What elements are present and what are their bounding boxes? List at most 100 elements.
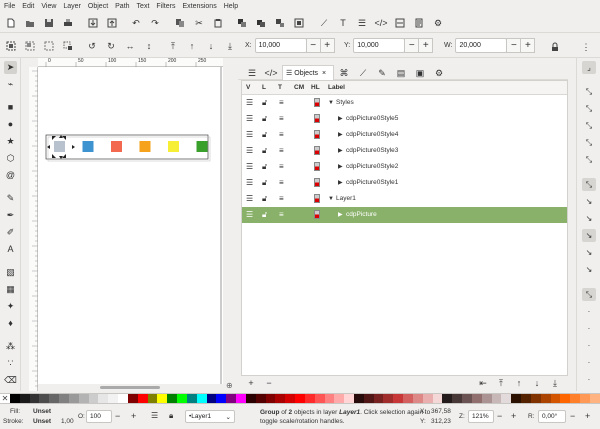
menu-path[interactable]: Path bbox=[115, 3, 129, 10]
vertical-ruler[interactable] bbox=[29, 67, 38, 391]
paste-icon[interactable] bbox=[212, 17, 224, 29]
snap-page-icon[interactable]: · bbox=[582, 356, 596, 369]
canvas-square[interactable] bbox=[139, 141, 151, 152]
header-locked[interactable]: L bbox=[262, 84, 266, 91]
palette-swatch[interactable] bbox=[491, 394, 502, 403]
w-minus-button[interactable]: − bbox=[506, 38, 522, 53]
stroke-value[interactable]: Unset bbox=[33, 418, 51, 425]
header-clipmask[interactable]: CM bbox=[294, 84, 304, 91]
lock-toggle-icon[interactable]: 🔓︎ bbox=[262, 195, 267, 203]
new-document-icon[interactable] bbox=[5, 17, 17, 29]
canvas-vscroll-area[interactable] bbox=[227, 60, 233, 384]
rotation-plus-button[interactable]: + bbox=[585, 411, 590, 421]
palette-swatch[interactable] bbox=[295, 394, 305, 403]
menu-edit[interactable]: Edit bbox=[22, 3, 34, 10]
no-paint-icon[interactable]: ✕ bbox=[0, 394, 10, 403]
toolbar-overflow-icon[interactable]: ⋮ bbox=[580, 41, 592, 53]
object-row[interactable]: ☰ 🔓︎ ≡ ▶ cdpPicture0Style3 bbox=[242, 143, 567, 159]
visibility-toggle-icon[interactable]: ☰ bbox=[246, 131, 253, 139]
close-tab-icon[interactable]: × bbox=[322, 70, 326, 77]
palette-swatch[interactable] bbox=[403, 394, 413, 403]
touch-select-icon[interactable] bbox=[62, 40, 74, 52]
flip-horizontal-icon[interactable]: ↔ bbox=[124, 40, 136, 52]
snap-bbox-center-icon[interactable]: ⤡ bbox=[582, 153, 596, 166]
w-plus-button[interactable]: + bbox=[520, 38, 536, 53]
document-properties-icon[interactable] bbox=[413, 17, 425, 29]
palette-swatch[interactable] bbox=[462, 394, 472, 403]
dropper-tool-icon[interactable]: ✦ bbox=[4, 300, 17, 313]
palette-swatch[interactable] bbox=[422, 394, 433, 403]
align-distribute-icon[interactable] bbox=[394, 17, 406, 29]
highlight-color-icon[interactable] bbox=[314, 130, 320, 139]
object-row[interactable]: ☰ 🔓︎ ≡ ▶ cdpPicture0Style1 bbox=[242, 175, 567, 191]
import-icon[interactable] bbox=[87, 17, 99, 29]
palette-swatch[interactable] bbox=[226, 394, 237, 403]
spray-tool-icon[interactable]: ∵ bbox=[4, 357, 17, 370]
swatches-tab-icon[interactable]: ✎ bbox=[376, 67, 388, 79]
palette-swatch[interactable] bbox=[177, 394, 187, 403]
palette-swatch[interactable] bbox=[196, 394, 207, 403]
zoom-input[interactable]: 121% bbox=[468, 410, 494, 423]
collapse-all-icon[interactable]: ⇤ bbox=[477, 377, 489, 389]
preferences-icon[interactable]: ⚙ bbox=[432, 17, 444, 29]
gradient-tool-icon[interactable]: ▧ bbox=[4, 266, 17, 279]
unlink-clone-icon[interactable] bbox=[274, 17, 286, 29]
visibility-toggle-icon[interactable]: ☰ bbox=[246, 179, 253, 187]
highlight-color-icon[interactable] bbox=[314, 194, 320, 203]
object-label[interactable]: Layer1 bbox=[336, 195, 356, 203]
object-row[interactable]: ☰ 🔓︎ ≡ ▶ cdpPicture bbox=[242, 207, 567, 223]
copy-icon[interactable] bbox=[174, 17, 186, 29]
export-icon[interactable] bbox=[106, 17, 118, 29]
lock-toggle-icon[interactable]: 🔓︎ bbox=[262, 163, 267, 171]
pencil-tool-icon[interactable]: ✎ bbox=[4, 192, 17, 205]
move-bottom-icon[interactable]: ⤓ bbox=[549, 377, 561, 389]
snap-bbox-edge-icon[interactable]: ⤡ bbox=[582, 102, 596, 115]
palette-swatch[interactable] bbox=[481, 394, 492, 403]
lock-toggle-icon[interactable]: 🔓︎ bbox=[262, 211, 267, 219]
visibility-toggle-icon[interactable]: ☰ bbox=[246, 147, 253, 155]
palette-swatch[interactable] bbox=[521, 394, 531, 403]
palette-swatch[interactable] bbox=[580, 394, 590, 403]
highlight-color-icon[interactable] bbox=[314, 162, 320, 171]
lock-toggle-icon[interactable]: 🔓︎ bbox=[262, 147, 267, 155]
snap-bbox-midpoint-icon[interactable]: ⤡ bbox=[582, 136, 596, 149]
snap-center-icon[interactable]: · bbox=[582, 305, 596, 318]
layers-icon[interactable]: ☰ bbox=[356, 17, 368, 29]
y-minus-button[interactable]: − bbox=[404, 38, 420, 53]
raise-icon[interactable]: ↑ bbox=[186, 40, 198, 52]
print-icon[interactable] bbox=[62, 17, 74, 29]
move-up-icon[interactable]: ↑ bbox=[513, 377, 525, 389]
lock-ratio-icon[interactable] bbox=[549, 41, 561, 53]
fill-tab-icon[interactable]: ⟋ bbox=[357, 67, 369, 79]
object-row[interactable]: ☰ 🔓︎ ≡ ▼ Styles bbox=[242, 95, 567, 111]
snap-intersection-icon[interactable]: ↘ bbox=[582, 212, 596, 225]
spiral-tool-icon[interactable]: @ bbox=[4, 169, 17, 182]
lower-icon[interactable]: ↓ bbox=[205, 40, 217, 52]
calligraphy-tool-icon[interactable]: ✐ bbox=[4, 226, 17, 239]
opacity-minus-button[interactable]: − bbox=[115, 411, 120, 421]
palette-swatch[interactable] bbox=[432, 394, 443, 403]
expander-down-icon[interactable]: ▼ bbox=[328, 195, 334, 203]
symbols-tab-icon[interactable]: ⌘ bbox=[338, 67, 350, 79]
palette-swatch[interactable] bbox=[236, 394, 246, 403]
palette-swatch[interactable] bbox=[471, 394, 482, 403]
expander-down-icon[interactable]: ▼ bbox=[328, 99, 334, 107]
transform-tab-icon[interactable]: ▣ bbox=[414, 67, 426, 79]
lock-toggle-icon[interactable]: 🔓︎ bbox=[262, 115, 267, 123]
expander-right-icon[interactable]: ▶ bbox=[338, 211, 343, 219]
canvas-square[interactable] bbox=[82, 141, 94, 152]
object-label[interactable]: cdpPicture0Style2 bbox=[346, 163, 398, 171]
palette-swatch[interactable] bbox=[98, 394, 109, 403]
node-tool-icon[interactable]: ⌁ bbox=[4, 78, 17, 91]
rectangle-tool-icon[interactable]: ■ bbox=[4, 101, 17, 114]
palette-swatch[interactable] bbox=[118, 394, 128, 403]
open-folder-icon[interactable] bbox=[24, 17, 36, 29]
mesh-tool-icon[interactable]: ▦ bbox=[4, 283, 17, 296]
palette-swatch[interactable] bbox=[550, 394, 561, 403]
snap-midpoint-icon[interactable]: ↘ bbox=[582, 263, 596, 276]
zoom-corner-icon[interactable]: ⊕ bbox=[226, 381, 233, 390]
canvas-square[interactable] bbox=[54, 141, 65, 152]
layer-lock-icon[interactable]: 🔒︎ bbox=[169, 411, 173, 421]
rotation-input[interactable]: 0,00° bbox=[538, 410, 566, 423]
w-input[interactable]: 20,000 bbox=[455, 38, 508, 53]
